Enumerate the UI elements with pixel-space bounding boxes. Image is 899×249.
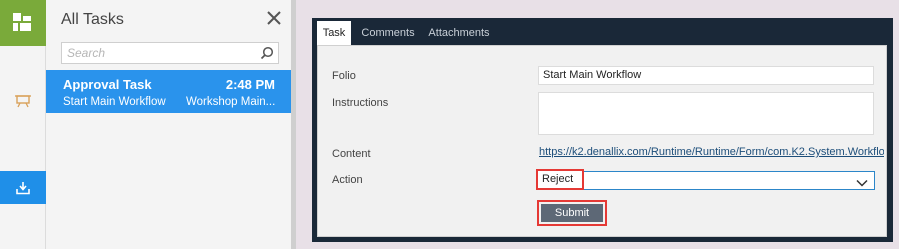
submit-button[interactable]: Submit: [541, 204, 603, 222]
action-selected-value: Reject: [536, 169, 584, 190]
content-link[interactable]: https://k2.denallix.com/Runtime/Runtime/…: [539, 146, 884, 158]
task-list-title: All Tasks: [61, 11, 124, 28]
submit-highlight: Submit: [537, 200, 607, 226]
action-select[interactable]: Reject: [536, 169, 875, 190]
download-icon[interactable]: [0, 171, 46, 204]
task-list-item[interactable]: Approval Task 2:48 PM Start Main Workflo…: [46, 70, 291, 113]
folio-field[interactable]: Start Main Workflow: [538, 66, 874, 85]
main-area: Task Comments Attachments Folio Start Ma…: [296, 0, 899, 249]
task-form-frame: Task Comments Attachments Folio Start Ma…: [312, 18, 893, 242]
search-icon[interactable]: [260, 46, 274, 60]
instructions-label: Instructions: [332, 97, 389, 109]
chevron-down-icon[interactable]: [856, 175, 868, 187]
task-title: Approval Task: [63, 77, 152, 92]
content-label: Content: [332, 148, 371, 160]
task-list-panel: All Tasks Approval Task 2:48 PM Start Ma…: [46, 0, 291, 249]
task-folio: Workshop Main...: [186, 96, 276, 108]
task-subtitle: Start Main Workflow: [63, 96, 166, 108]
easel-icon[interactable]: [0, 86, 46, 116]
tab-comments[interactable]: Comments: [357, 21, 419, 45]
instructions-field[interactable]: [538, 92, 874, 135]
form-tabs: Task Comments Attachments: [312, 18, 893, 45]
icon-rail: [0, 0, 46, 249]
search-box: [61, 42, 279, 64]
action-label: Action: [332, 174, 363, 186]
search-input[interactable]: [62, 43, 252, 63]
close-icon[interactable]: [265, 9, 283, 27]
task-time: 2:48 PM: [225, 77, 275, 92]
apps-grid-icon[interactable]: [0, 0, 46, 46]
tab-attachments[interactable]: Attachments: [423, 21, 495, 45]
tab-task[interactable]: Task: [317, 21, 351, 45]
task-form: Folio Start Main Workflow Instructions C…: [317, 45, 887, 237]
folio-label: Folio: [332, 70, 356, 82]
